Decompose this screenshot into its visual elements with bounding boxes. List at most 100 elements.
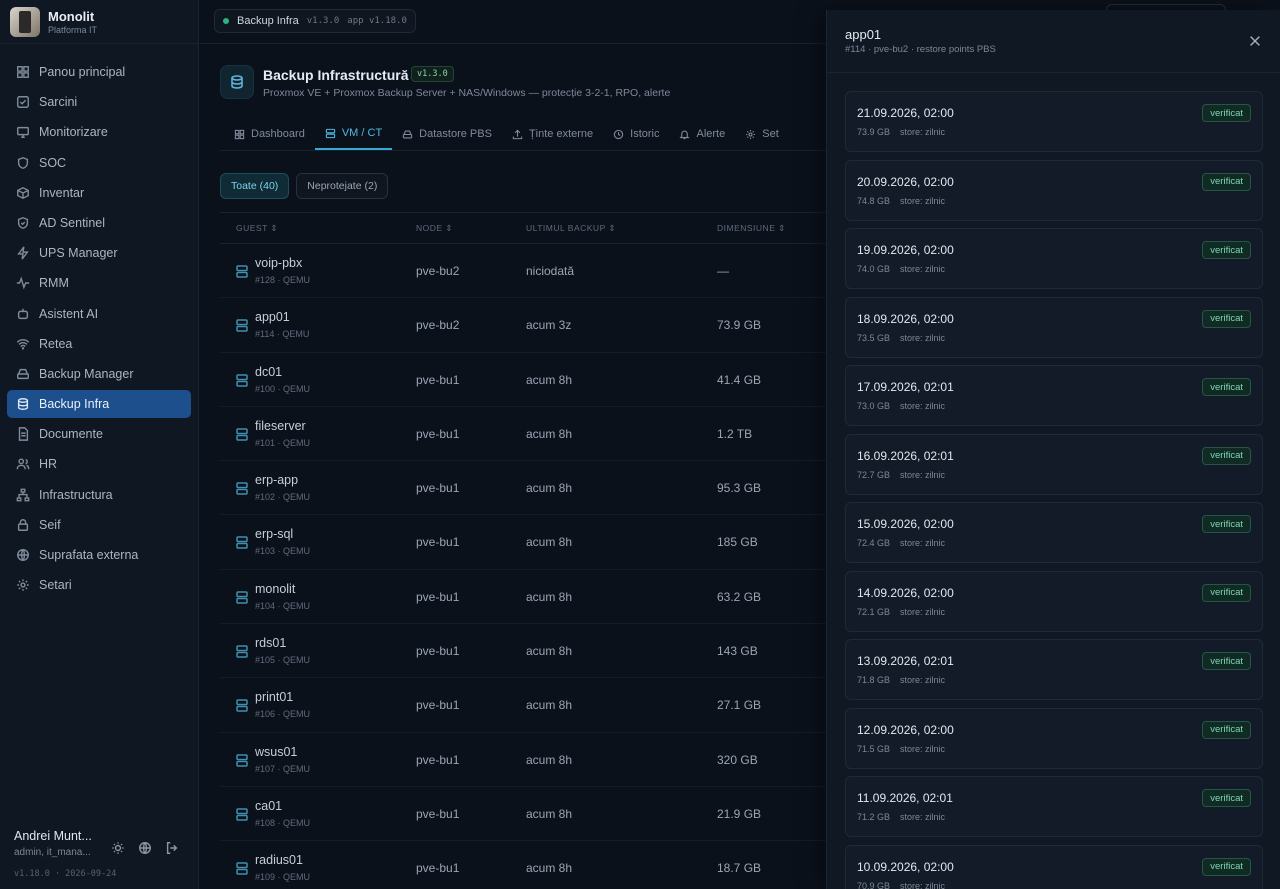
close-icon[interactable] — [1248, 34, 1262, 48]
restore-point-card[interactable]: 12.09.2026, 02:00 71.5 GB store: zilnic ver… — [845, 707, 1263, 769]
restore-point-store: store: zilnic — [900, 332, 946, 343]
guest-name: fileserver — [255, 418, 306, 433]
server-icon — [236, 645, 248, 658]
col-label: GUEST — [236, 222, 268, 233]
sidebar-item-inventar[interactable]: Inventar — [7, 179, 191, 207]
sidebar-item-suprafata-externa[interactable]: Suprafata externa — [7, 541, 191, 569]
sidebar-item-ups-manager[interactable]: UPS Manager — [7, 239, 191, 267]
restore-point-card[interactable]: 13.09.2026, 02:01 71.8 GB store: zilnic ver… — [845, 639, 1263, 700]
status-badge: verificat — [1202, 857, 1251, 876]
filter-all[interactable]: Toate (40) — [220, 173, 290, 199]
sidebar-item-panou-principal[interactable]: Panou principal — [7, 58, 191, 86]
table-row[interactable]: erp-sql #103 · QEMU pve-bu1 acum 8h 185 GB — [220, 515, 826, 570]
col-label: NODE — [416, 222, 443, 233]
sidebar-item-retea[interactable]: Retea — [7, 330, 191, 358]
brand-name: Monolit — [48, 8, 95, 24]
restore-point-card[interactable]: 14.09.2026, 02:00 72.1 GB store: zilnic ver… — [845, 570, 1263, 632]
restore-point-card[interactable]: 18.09.2026, 02:00 73.5 GB store: zilnic ver… — [845, 296, 1263, 358]
sidebar-item-backup-infra[interactable]: Backup Infra — [7, 390, 191, 419]
col-size[interactable]: DIMENSIUNE ⇕ — [717, 223, 786, 234]
sidebar-item-rmm[interactable]: RMM — [7, 269, 191, 297]
page-subtitle: Proxmox VE + Proxmox Backup Server + NAS… — [263, 87, 671, 99]
sidebar-item-label: Asistent AI — [39, 306, 99, 321]
filter-unprotected[interactable]: Neprotejate (2) — [296, 173, 389, 199]
restore-point-card[interactable]: 16.09.2026, 02:01 72.7 GB store: zilnic ver… — [845, 433, 1263, 495]
brand[interactable]: Monolit Platforma IT — [0, 0, 198, 44]
col-guest[interactable]: GUEST ⇕ — [236, 223, 278, 234]
tab-datastore-pbs[interactable]: Datastore PBS — [392, 118, 502, 150]
sun-icon[interactable] — [111, 841, 125, 855]
col-last-backup[interactable]: ULTIMUL BACKUP ⇕ — [526, 223, 616, 234]
size-cell: 143 GB — [717, 644, 758, 659]
monitor-icon — [17, 127, 29, 139]
breadcrumb[interactable]: Backup Infra v1.3.0 app v1.18.0 — [214, 9, 416, 33]
table-row[interactable]: wsus01 #107 · QEMU pve-bu1 acum 8h 320 GB — [220, 733, 826, 787]
status-badge: verificat — [1202, 172, 1251, 191]
restore-point-card[interactable]: 15.09.2026, 02:00 72.4 GB store: zilnic ver… — [845, 502, 1263, 563]
sidebar-item-soc[interactable]: SOC — [7, 149, 191, 177]
restore-point-card[interactable]: 20.09.2026, 02:00 74.8 GB store: zilnic ver… — [845, 159, 1263, 221]
table-row[interactable]: rds01 #105 · QEMU pve-bu1 acum 8h 143 GB — [220, 624, 826, 679]
restore-point-store: store: zilnic — [900, 264, 946, 274]
table-row[interactable]: monolit #104 · QEMU pve-bu1 acum 8h 63.2 GB — [220, 570, 826, 625]
sidebar-item-backup-manager[interactable]: Backup Manager — [7, 360, 191, 388]
sidebar-nav: Panou principal Sarcini Monitorizare SOC… — [0, 44, 198, 599]
tab-setari[interactable]: Set — [735, 118, 789, 150]
sidebar-item-documente[interactable]: Documente — [7, 420, 191, 448]
size-cell: 1.2 TB — [717, 426, 753, 441]
table-row[interactable]: voip-pbx #128 · QEMU pve-bu2 niciodată — — [220, 244, 826, 299]
status-badge: verificat — [1202, 241, 1251, 259]
table-row[interactable]: erp-app #102 · QEMU pve-bu1 acum 8h 95.3 GB — [220, 461, 826, 516]
tab-tinte-externe[interactable]: Ținte externe — [502, 118, 603, 150]
server-icon — [236, 699, 248, 713]
table-row[interactable]: app01 #114 · QEMU pve-bu2 acum 3z 73.9 GB — [220, 298, 826, 353]
sidebar-item-infrastructura[interactable]: Infrastructura — [7, 481, 191, 509]
guest-name: dc01 — [255, 364, 283, 379]
page-title: Backup Infrastructură — [263, 67, 409, 83]
sidebar-item-monitorizare[interactable]: Monitorizare — [7, 118, 191, 146]
table-row[interactable]: radius01 #109 · QEMU pve-bu1 acum 8h 18.7 GB — [220, 841, 826, 889]
tab-istoric[interactable]: Istoric — [603, 118, 669, 150]
restore-point-card[interactable]: 21.09.2026, 02:00 73.9 GB store: zilnic ver… — [845, 91, 1263, 152]
tab-label: VM / CT — [341, 127, 383, 139]
restore-point-size: 70.9 GB — [857, 880, 891, 889]
table-row[interactable]: fileserver #101 · QEMU pve-bu1 acum 8h 1.2 T… — [220, 407, 826, 462]
restore-point-date: 13.09.2026, 02:01 — [857, 654, 954, 668]
grid-icon — [234, 129, 245, 139]
sidebar-item-ad-sentinel[interactable]: AD Sentinel — [7, 209, 191, 237]
table-row[interactable]: dc01 #100 · QEMU pve-bu1 acum 8h 41.4 GB — [220, 353, 826, 407]
table-row[interactable]: print01 #106 · QEMU pve-bu1 acum 8h 27.1 GB — [220, 678, 826, 733]
tab-dashboard[interactable]: Dashboard — [224, 118, 315, 150]
restore-point-card[interactable]: 19.09.2026, 02:00 74.0 GB store: zilnic ver… — [845, 228, 1263, 289]
history-icon — [613, 129, 624, 139]
sidebar-item-asistent-ai[interactable]: Asistent AI — [7, 300, 191, 328]
shield-icon — [17, 156, 29, 169]
restore-point-card[interactable]: 10.09.2026, 02:00 70.9 GB store: zilnic ver… — [845, 844, 1263, 889]
col-node[interactable]: NODE ⇕ — [416, 223, 453, 234]
server-icon — [236, 428, 248, 441]
sidebar-item-setari[interactable]: Setari — [7, 571, 191, 599]
last-backup-cell: acum 8h — [526, 535, 573, 550]
tab-alerte[interactable]: Alerte — [669, 118, 735, 150]
guest-name: app01 — [255, 310, 290, 325]
sidebar: Monolit Platforma IT Panou principal Sar… — [0, 0, 199, 889]
restore-point-size: 72.7 GB — [857, 469, 891, 480]
table-row[interactable]: ca01 #108 · QEMU pve-bu1 acum 8h 21.9 GB — [220, 787, 826, 842]
globe-icon[interactable] — [138, 841, 152, 855]
sidebar-item-hr[interactable]: HR — [7, 450, 191, 478]
guest-id: #109 · QEMU — [255, 872, 311, 883]
logout-icon[interactable] — [165, 841, 179, 855]
backup-infra-icon — [220, 65, 254, 99]
sidebar-item-sarcini[interactable]: Sarcini — [7, 88, 191, 116]
restore-point-date: 14.09.2026, 02:00 — [857, 585, 954, 600]
restore-point-store: store: zilnic — [900, 675, 946, 685]
sidebar-item-label: Documente — [39, 427, 103, 442]
restore-point-card[interactable]: 17.09.2026, 02:01 73.0 GB store: zilnic ver… — [845, 365, 1263, 426]
tab-vm-ct[interactable]: VM / CT — [314, 118, 393, 150]
restore-point-card[interactable]: 11.09.2026, 02:01 71.2 GB store: zilnic ver… — [845, 776, 1263, 837]
guest-id: #102 · QEMU — [255, 492, 311, 503]
node-cell: pve-bu1 — [416, 535, 460, 550]
node-cell: pve-bu1 — [416, 372, 460, 387]
sidebar-item-seif[interactable]: Seif — [7, 511, 191, 539]
shield-check-icon — [17, 216, 29, 229]
